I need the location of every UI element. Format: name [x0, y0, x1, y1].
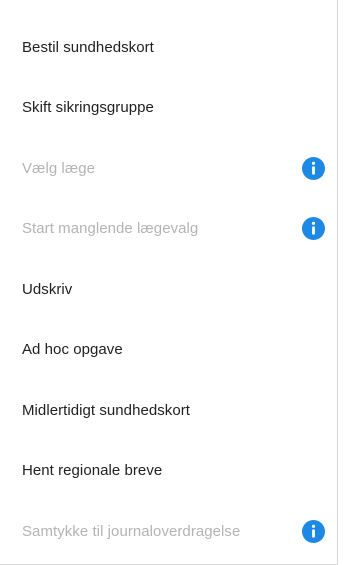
menu-item-bestil-sundhedskort[interactable]: Bestil sundhedskort: [0, 17, 337, 78]
menu-item-label: Start manglende lægevalg: [22, 220, 199, 238]
menu-item-label: Samtykke til journaloverdragelse: [22, 522, 241, 540]
menu-item-hent-regionale-breve[interactable]: Hent regionale breve: [0, 441, 337, 502]
info-icon[interactable]: [302, 156, 325, 180]
menu-item-label: Bestil sundhedskort: [22, 38, 154, 56]
menu-item-midlertidigt-sundhedskort[interactable]: Midlertidigt sundhedskort: [0, 380, 337, 441]
actions-menu: Bestil sundhedskort Skift sikringsgruppe…: [0, 0, 338, 565]
menu-item-label: Skift sikringsgruppe: [22, 99, 154, 117]
menu-item-ad-hoc-opgave[interactable]: Ad hoc opgave: [0, 320, 337, 381]
menu-item-skift-sikringsgruppe[interactable]: Skift sikringsgruppe: [0, 78, 337, 139]
menu-item-label: Midlertidigt sundhedskort: [22, 401, 191, 419]
menu-item-udskriv[interactable]: Udskriv: [0, 259, 337, 320]
menu-item-samtykke-til-journaloverdragelse: Samtykke til journaloverdragelse: [0, 501, 337, 562]
menu-list: Bestil sundhedskort Skift sikringsgruppe…: [0, 0, 337, 562]
info-icon[interactable]: [302, 217, 325, 241]
menu-item-label: Hent regionale breve: [22, 462, 163, 480]
menu-item-vaelg-laege: Vælg læge: [0, 138, 337, 199]
menu-item-label: Vælg læge: [22, 159, 95, 177]
menu-item-label: Udskriv: [22, 280, 73, 298]
menu-item-label: Ad hoc opgave: [22, 341, 123, 359]
menu-item-start-manglende-laegevalg: Start manglende lægevalg: [0, 199, 337, 260]
info-icon[interactable]: [302, 519, 325, 543]
